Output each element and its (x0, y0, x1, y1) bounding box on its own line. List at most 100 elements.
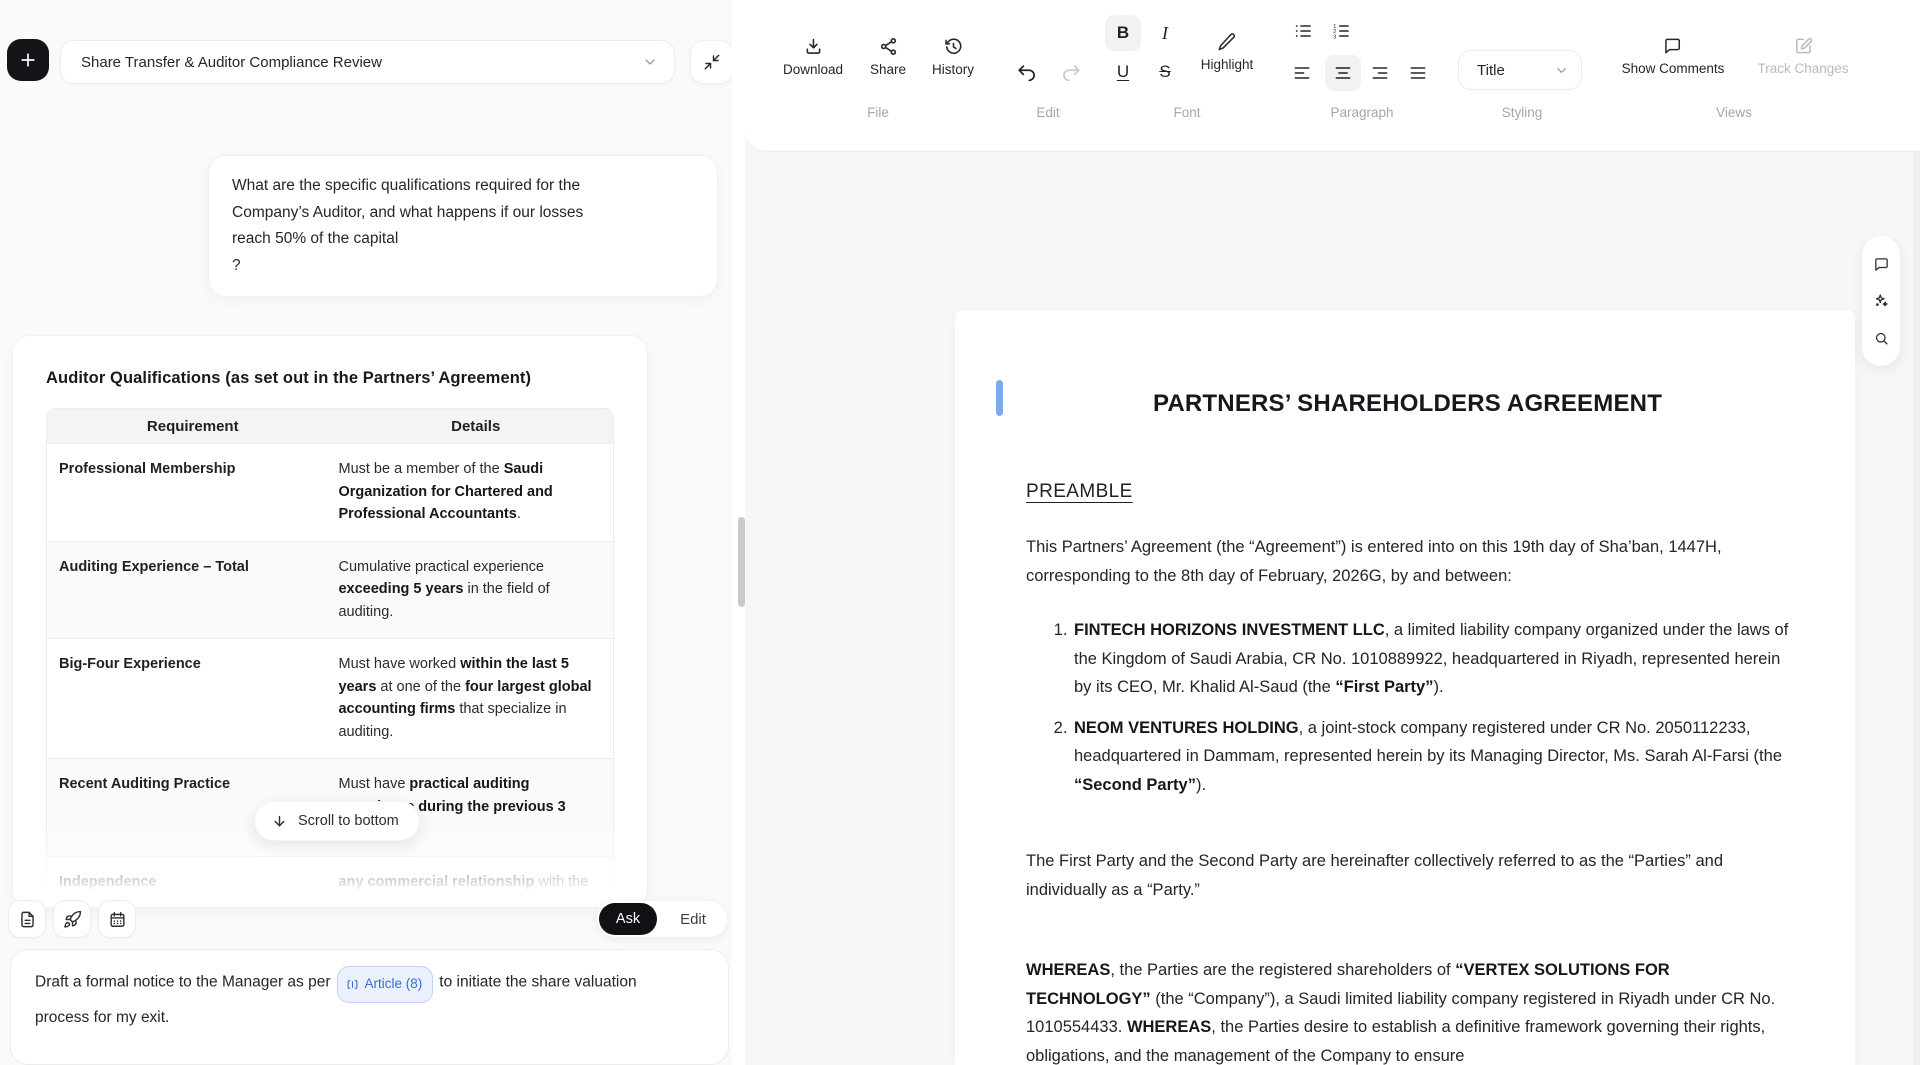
preamble-heading: PREAMBLE (1026, 478, 1133, 505)
rocket-icon (63, 910, 82, 929)
table-row: Auditing Experience – Total Cumulative p… (47, 541, 613, 639)
align-justify-button[interactable] (1408, 63, 1428, 83)
download-button[interactable]: Download (783, 36, 843, 77)
user-message-line: What are the specific qualifications req… (232, 173, 694, 200)
text-cursor-indicator (996, 380, 1003, 416)
parties-list: FINTECH HORIZONS INVESTMENT LLC, a limit… (1026, 616, 1789, 799)
strikethrough-button[interactable]: S (1147, 54, 1183, 90)
views-group-label: Views (1716, 105, 1752, 120)
underline-button[interactable]: U (1105, 54, 1141, 90)
column-header-details: Details (338, 418, 613, 435)
scroll-to-bottom-label: Scroll to bottom (298, 813, 399, 829)
history-icon (942, 36, 963, 57)
table-row: Professional Membership Must be a member… (47, 443, 613, 541)
document-canvas: PARTNERS’ SHAREHOLDERS AGREEMENT PREAMBL… (745, 0, 1920, 1065)
user-message-line: reach 50% of the capital (232, 226, 694, 253)
requirement-cell: Independence (47, 871, 338, 909)
chevron-down-icon (1554, 63, 1569, 78)
bullet-list-icon (1293, 21, 1313, 41)
parties-note-paragraph: The First Party and the Second Party are… (1026, 847, 1789, 904)
highlight-button[interactable]: Highlight (1201, 32, 1254, 72)
align-center-icon (1333, 63, 1353, 83)
edit-group-label: Edit (1036, 105, 1059, 120)
collapse-panel-button[interactable] (690, 40, 734, 84)
align-justify-icon (1408, 63, 1428, 83)
editor-toolbar: Download Share History File Edit B I U S… (745, 0, 1920, 152)
bullet-list-button[interactable] (1293, 21, 1313, 41)
undo-icon (1016, 62, 1038, 84)
font-group-label: Font (1173, 105, 1200, 120)
details-cell: Must be a member of the Saudi Organizati… (338, 458, 613, 526)
table-row: Big-Four Experience Must have worked wit… (47, 638, 613, 758)
align-right-button[interactable] (1370, 63, 1390, 83)
document-side-rail (1862, 236, 1900, 366)
search-icon[interactable] (1873, 330, 1890, 347)
ask-mode-button[interactable]: Ask (599, 903, 657, 935)
reference-icon (346, 978, 359, 991)
quick-action-button[interactable] (53, 900, 91, 938)
edit-mode-button[interactable]: Edit (659, 911, 727, 928)
ai-assist-button[interactable] (1872, 292, 1890, 310)
article-reference-chip[interactable]: Article (8) (337, 966, 434, 1003)
document-title: PARTNERS’ SHAREHOLDERS AGREEMENT (1026, 388, 1789, 420)
track-changes-button[interactable]: Track Changes (1757, 36, 1848, 76)
details-cell: any commercial relationship with the Com… (338, 871, 613, 909)
input-text-before: Draft a formal notice to the Manager as … (35, 974, 331, 991)
attach-document-button[interactable] (8, 900, 46, 938)
calendar-icon (108, 910, 127, 929)
share-icon (878, 36, 899, 57)
chevron-down-icon (642, 54, 658, 70)
align-left-icon (1292, 63, 1312, 83)
bold-button[interactable]: B (1105, 15, 1141, 51)
conversation-title: Share Transfer & Auditor Compliance Revi… (81, 54, 642, 71)
italic-button[interactable]: I (1147, 15, 1183, 51)
table-row: Independence any commercial relationship… (47, 856, 613, 909)
answer-title: Auditor Qualifications (as set out in th… (46, 369, 614, 388)
scroll-to-bottom-button[interactable]: Scroll to bottom (254, 801, 420, 841)
comments-button[interactable] (1873, 256, 1890, 273)
table-header-row: Requirement Details (47, 409, 613, 443)
intro-paragraph: This Partners’ Agreement (the “Agreement… (1026, 533, 1789, 590)
svg-text:3: 3 (1333, 34, 1336, 40)
user-message: What are the specific qualifications req… (208, 155, 718, 297)
align-left-button[interactable] (1292, 63, 1312, 83)
schedule-button[interactable] (98, 900, 136, 938)
whereas-paragraph: WHEREAS, the Parties are the registered … (1026, 956, 1789, 1065)
paragraph-group-label: Paragraph (1330, 105, 1393, 120)
redo-icon (1060, 62, 1082, 84)
history-button[interactable]: History (932, 36, 974, 77)
chat-scrollbar-handle[interactable] (738, 517, 745, 607)
requirement-cell: Professional Membership (47, 458, 338, 526)
chat-panel: Share Transfer & Auditor Compliance Revi… (0, 0, 745, 1065)
align-right-icon (1370, 63, 1390, 83)
requirement-cell: Big-Four Experience (47, 653, 338, 743)
style-select[interactable]: Title (1458, 50, 1582, 90)
user-message-line: Company’s Auditor, and what happens if o… (232, 200, 694, 227)
article-chip-label: Article (8) (365, 969, 423, 999)
styling-group-label: Styling (1502, 105, 1543, 120)
new-chat-button[interactable] (7, 39, 49, 81)
numbered-list-icon: 123 (1331, 21, 1351, 41)
details-cell: Must have worked within the last 5 years… (338, 653, 613, 743)
party-item: FINTECH HORIZONS INVESTMENT LLC, a limit… (1072, 616, 1789, 702)
share-button[interactable]: Share (870, 36, 906, 77)
document-scrollbar[interactable] (1913, 152, 1920, 1065)
file-group-label: File (867, 105, 889, 120)
document-icon (18, 910, 37, 929)
align-center-button[interactable] (1325, 55, 1361, 91)
comment-icon (1663, 36, 1683, 56)
show-comments-button[interactable]: Show Comments (1622, 36, 1725, 76)
style-select-value: Title (1477, 62, 1554, 79)
undo-button[interactable] (1016, 62, 1038, 84)
edit-square-icon (1793, 36, 1813, 56)
redo-button[interactable] (1060, 62, 1082, 84)
numbered-list-button[interactable]: 123 (1331, 21, 1351, 41)
user-message-line: ? (232, 253, 694, 280)
conversation-select[interactable]: Share Transfer & Auditor Compliance Revi… (60, 40, 675, 84)
requirement-cell: Auditing Experience – Total (47, 556, 338, 624)
document-page[interactable]: PARTNERS’ SHAREHOLDERS AGREEMENT PREAMBL… (955, 310, 1855, 1065)
message-input[interactable]: Draft a formal notice to the Manager as … (10, 949, 729, 1065)
mode-toggle: Ask Edit (597, 901, 727, 937)
arrow-down-icon (271, 813, 288, 830)
column-header-requirement: Requirement (47, 418, 338, 435)
